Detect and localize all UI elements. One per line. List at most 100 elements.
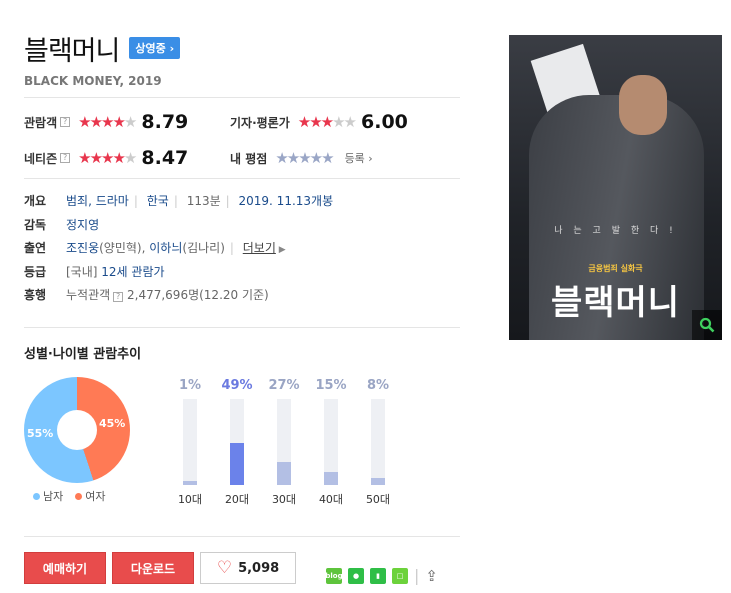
netizen-label: 네티즌: [24, 151, 58, 166]
age-bar-value: 49%: [221, 378, 253, 393]
legend-female: 여자: [75, 488, 106, 504]
bookmark-share-icon[interactable]: ▮: [370, 567, 386, 584]
blog-share-icon[interactable]: blog: [325, 567, 343, 584]
more-cast-link[interactable]: 더보기: [243, 241, 276, 255]
age-bar-fill: [183, 481, 197, 485]
audience-stars: ★★★★★: [78, 113, 137, 131]
age-bar-fill: [230, 442, 244, 485]
age-bar-track: [277, 399, 291, 485]
cast-role: (양민혁),: [99, 241, 146, 256]
female-pct-label: 45%: [99, 417, 126, 430]
help-icon[interactable]: ?: [60, 153, 71, 163]
cast-row: 출연 조진웅(양민혁), 이하늬(김나리) | 더보기 ▶: [24, 241, 286, 256]
critics-stars: ★★★★★: [297, 113, 357, 131]
age-bar-1: 49% 20대: [217, 378, 257, 507]
movie-header: 블랙머니 상영중 › BLACK MONEY, 2019: [24, 28, 460, 98]
movie-title: 블랙머니: [24, 35, 120, 67]
age-bar-value: 15%: [315, 378, 347, 393]
boxoffice-row: 흥행 누적관객? 2,477,696명(12.20 기준): [24, 283, 460, 307]
rating-label: 등급: [24, 264, 47, 279]
boxoffice-value: 2,477,696명(12.20 기준): [127, 288, 269, 303]
my-rating: 내 평점 ★★★★★ 등록 ›: [230, 146, 373, 170]
director-link[interactable]: 정지영: [66, 218, 99, 232]
age-bar-fill: [277, 461, 291, 485]
cast-label: 출연: [24, 241, 47, 256]
talk-share-icon[interactable]: ●: [348, 567, 364, 584]
reserve-button[interactable]: 예매하기: [24, 552, 106, 584]
share-icons: blog ● ▮ □ | ⇪: [325, 566, 438, 585]
ratings-panel: 관람객 ? ★★★★★ 8.79 기자·평론가 ★★★★★ 6.00 네티즌 ?…: [24, 110, 460, 180]
age-bar-2: 27% 30대: [264, 378, 304, 507]
age-bar-track: [324, 399, 338, 485]
poster-face: [619, 75, 667, 135]
legend-male: 남자: [33, 488, 63, 504]
runtime: 113분: [186, 194, 221, 209]
memo-share-icon[interactable]: □: [392, 567, 408, 584]
rating-row: 등급 [국내] 12세 관람가: [24, 260, 460, 284]
age-bar-label: 20대: [224, 493, 250, 506]
cast-role: (김나리): [182, 241, 225, 256]
rating-prefix: [국내]: [66, 264, 98, 279]
poster-subtitle: 금융범죄 실화극: [588, 264, 643, 273]
my-rating-label: 내 평점: [230, 151, 268, 166]
poster-title: 블랙머니: [550, 283, 681, 323]
director-label: 감독: [24, 217, 47, 232]
netizen-stars: ★★★★★: [78, 149, 137, 167]
age-bar-value: 1%: [178, 378, 202, 393]
trend-title: 성별·나이별 관람추이: [24, 347, 142, 362]
age-bar-fill: [324, 472, 338, 485]
help-icon[interactable]: ?: [60, 117, 71, 127]
action-bar: 예매하기 다운로드 ♡ 5,098: [24, 552, 296, 584]
boxoffice-label: 흥행: [24, 288, 47, 303]
gender-legend: 남자 여자: [33, 488, 106, 504]
overview-row: 개요 범죄, 드라마 | 한국 | 113분 | 2019. 11.13개봉: [24, 194, 334, 209]
critics-rating: 기자·평론가 ★★★★★ 6.00: [230, 110, 408, 134]
now-showing-badge[interactable]: 상영중 ›: [129, 37, 181, 59]
register-rating-link[interactable]: 등록 ›: [345, 150, 373, 166]
cast-link[interactable]: 이하늬: [149, 241, 182, 255]
share-icon[interactable]: ⇪: [425, 567, 438, 585]
age-bar-value: 27%: [268, 378, 300, 393]
age-bar-label: 10대: [177, 493, 203, 506]
heart-icon: ♡: [216, 558, 233, 578]
age-bar-track: [371, 399, 385, 485]
critics-score: 6.00: [361, 111, 408, 133]
netizen-rating: 네티즌 ? ★★★★★ 8.47: [24, 146, 188, 170]
download-button[interactable]: 다운로드: [112, 552, 194, 584]
divider: [24, 536, 460, 537]
divider: [24, 97, 460, 98]
help-icon[interactable]: ?: [113, 292, 124, 303]
netizen-score: 8.47: [141, 147, 189, 169]
movie-subtitle: BLACK MONEY, 2019: [24, 74, 162, 88]
divider: [24, 178, 460, 179]
age-bar-chart: 1% 10대 49% 20대 27% 30대 15% 40대 8% 50대: [170, 378, 410, 508]
audience-rating: 관람객 ? ★★★★★ 8.79: [24, 110, 188, 134]
age-bar-4: 8% 50대: [358, 378, 398, 507]
cast-link[interactable]: 조진웅: [66, 241, 99, 255]
age-bar-value: 8%: [366, 378, 390, 393]
director-row: 감독 정지영: [24, 213, 460, 237]
age-bar-3: 15% 40대: [311, 378, 351, 507]
age-bar-fill: [371, 478, 385, 485]
poster-tagline: 나 는 고 발 한 다 !: [554, 226, 677, 236]
genre-link[interactable]: 범죄, 드라마: [66, 194, 129, 208]
age-bar-label: 40대: [318, 493, 344, 506]
age-bar-track: [183, 399, 197, 485]
divider: |: [414, 566, 420, 585]
movie-poster[interactable]: 나 는 고 발 한 다 ! 금융범죄 실화극 블랙머니: [509, 35, 722, 340]
boxoffice-prefix: 누적관객: [66, 288, 111, 303]
pie-hole: [57, 410, 97, 450]
age-rating-link[interactable]: 12세 관람가: [101, 265, 164, 279]
my-rating-stars[interactable]: ★★★★★: [275, 149, 334, 167]
like-count: 5,098: [238, 560, 280, 576]
age-bar-track: [230, 399, 244, 485]
country-link[interactable]: 한국: [147, 194, 169, 208]
age-bar-label: 50대: [365, 493, 391, 506]
like-button[interactable]: ♡ 5,098: [200, 552, 296, 584]
overview-label: 개요: [24, 194, 47, 209]
divider: [24, 327, 460, 328]
audience-label: 관람객: [24, 115, 58, 130]
male-pct-label: 55%: [27, 427, 54, 440]
zoom-icon[interactable]: [692, 310, 722, 340]
release-date[interactable]: 2019. 11.13개봉: [239, 194, 334, 208]
